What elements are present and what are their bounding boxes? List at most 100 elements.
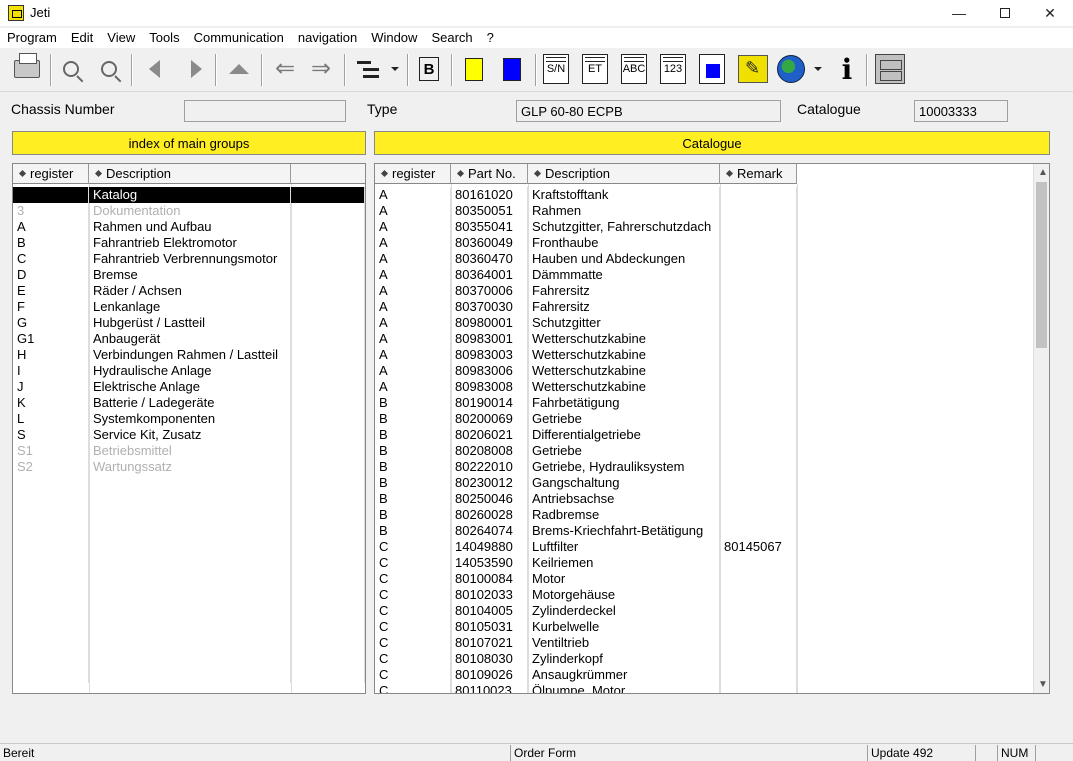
table-row[interactable]: A 80980001 Schutzgitter (375, 315, 797, 331)
table-row[interactable]: B 80230012 Gangschaltung (375, 475, 797, 491)
language-dropdown[interactable] (811, 52, 825, 86)
column-header-register[interactable]: register (13, 164, 89, 184)
table-row[interactable]: A 80983008 Wetterschutzkabine (375, 379, 797, 395)
table-row[interactable]: S2 Wartungssatz (13, 459, 365, 475)
menu-edit[interactable]: Edit (64, 28, 100, 48)
menu-view[interactable]: View (100, 28, 142, 48)
globe-button[interactable] (775, 52, 807, 86)
zoom-out-button[interactable] (94, 52, 124, 86)
menu-search[interactable]: Search (424, 28, 479, 48)
type-field[interactable]: GLP 60-80 ECPB (516, 100, 781, 122)
tree-view-button[interactable] (354, 52, 384, 86)
blue-doc-button[interactable] (697, 52, 727, 86)
info-button[interactable]: i (832, 52, 862, 86)
table-row[interactable]: C 80110023 Ölpumpe, Motor (375, 683, 797, 693)
close-button[interactable]: ✕ (1027, 0, 1073, 26)
menu-communication[interactable]: Communication (187, 28, 291, 48)
scroll-down-icon[interactable]: ▼ (1038, 679, 1048, 690)
table-row[interactable]: C 80104005 Zylinderdeckel (375, 603, 797, 619)
table-row[interactable]: B 80208008 Getriebe (375, 443, 797, 459)
table-row[interactable]: B 80222010 Getriebe, Hydrauliksystem (375, 459, 797, 475)
minimize-button[interactable]: — (936, 0, 982, 26)
picture-button[interactable] (736, 52, 770, 86)
catalogue-field[interactable]: 10003333 (914, 100, 1008, 122)
table-row[interactable]: B Fahrantrieb Elektromotor (13, 235, 365, 251)
table-row[interactable]: A Rahmen und Aufbau (13, 219, 365, 235)
serial-number-button[interactable]: S/N (541, 52, 571, 86)
table-row[interactable]: J Elektrische Anlage (13, 379, 365, 395)
table-row[interactable]: S Service Kit, Zusatz (13, 427, 365, 443)
column-header-register[interactable]: register (375, 164, 451, 184)
table-row[interactable]: A 80370030 Fahrersitz (375, 299, 797, 315)
table-row[interactable]: C 80107021 Ventiltrieb (375, 635, 797, 651)
table-row[interactable]: C 80109026 Ansaugkrümmer (375, 667, 797, 683)
table-row[interactable]: B 80264074 Brems-Kriechfahrt-Betätigung (375, 523, 797, 539)
menu-help[interactable]: ? (480, 28, 501, 48)
table-row[interactable]: A 80983006 Wetterschutzkabine (375, 363, 797, 379)
sort-icon (456, 169, 465, 178)
table-row[interactable]: C 14053590 Keilriemen (375, 555, 797, 571)
table-row[interactable]: A 80370006 Fahrersitz (375, 283, 797, 299)
zoom-in-button[interactable] (56, 52, 86, 86)
b-button[interactable]: B (414, 52, 444, 86)
menu-tools[interactable]: Tools (142, 28, 186, 48)
menu-program[interactable]: Program (0, 28, 64, 48)
cell-register: 3 (13, 203, 89, 219)
menu-window[interactable]: Window (364, 28, 424, 48)
scrollbar-thumb[interactable] (1036, 182, 1047, 348)
maximize-button[interactable] (982, 0, 1028, 26)
table-row[interactable]: S1 Betriebsmittel (13, 443, 365, 459)
print-button[interactable] (10, 52, 44, 86)
table-row[interactable]: G1 Anbaugerät (13, 331, 365, 347)
column-header-description[interactable]: Description (89, 164, 291, 184)
table-row[interactable]: B 80206021 Differentialgetriebe (375, 427, 797, 443)
table-row[interactable]: D Bremse (13, 267, 365, 283)
chassis-number-field[interactable] (184, 100, 346, 122)
table-row[interactable]: C 80100084 Motor (375, 571, 797, 587)
column-header-description[interactable]: Description (528, 164, 720, 184)
numeric-button[interactable]: 123 (658, 52, 688, 86)
tree-view-dropdown[interactable] (388, 52, 402, 86)
up-button[interactable] (224, 52, 254, 86)
table-row[interactable]: A 80983003 Wetterschutzkabine (375, 347, 797, 363)
table-row[interactable]: A 80350051 Rahmen (375, 203, 797, 219)
et-button[interactable]: ET (580, 52, 610, 86)
yellow-mark-button[interactable] (460, 52, 488, 86)
table-row[interactable]: C 80102033 Motorgehäuse (375, 587, 797, 603)
menu-navigation[interactable]: navigation (291, 28, 364, 48)
column-header-remark[interactable]: Remark (720, 164, 797, 184)
table-row[interactable]: K Batterie / Ladegeräte (13, 395, 365, 411)
table-row[interactable]: C 80105031 Kurbelwelle (375, 619, 797, 635)
scroll-up-icon[interactable]: ▲ (1038, 167, 1048, 178)
table-row[interactable]: I Hydraulische Anlage (13, 363, 365, 379)
table-row[interactable]: A 80355041 Schutzgitter, Fahrerschutzdach (375, 219, 797, 235)
table-row[interactable]: A 80983001 Wetterschutzkabine (375, 331, 797, 347)
table-row[interactable]: C 80108030 Zylinderkopf (375, 651, 797, 667)
table-row[interactable]: A 80161020 Kraftstofftank (375, 187, 797, 203)
table-row[interactable]: 3 Dokumentation (13, 203, 365, 219)
table-row[interactable]: A 80360470 Hauben und Abdeckungen (375, 251, 797, 267)
back-button[interactable]: ⇐ (270, 52, 300, 86)
table-row[interactable]: E Räder / Achsen (13, 283, 365, 299)
table-row[interactable]: B 80200069 Getriebe (375, 411, 797, 427)
catalogue-scrollbar[interactable]: ▲ ▼ (1033, 164, 1049, 693)
table-row[interactable]: G Hubgerüst / Lastteil (13, 315, 365, 331)
table-row[interactable]: A 80360049 Fronthaube (375, 235, 797, 251)
abc-button[interactable]: ABC (619, 52, 649, 86)
table-row[interactable]: L Systemkomponenten (13, 411, 365, 427)
table-row[interactable]: Katalog (13, 187, 365, 203)
table-row[interactable]: C 14049880 Luftfilter 80145067 (375, 539, 797, 555)
table-row[interactable]: F Lenkanlage (13, 299, 365, 315)
table-row[interactable]: C Fahrantrieb Verbrennungsmotor (13, 251, 365, 267)
blue-mark-button[interactable] (498, 52, 526, 86)
table-row[interactable]: A 80364001 Dämmmatte (375, 267, 797, 283)
cabinet-button[interactable] (873, 52, 907, 86)
forward-button[interactable]: ⇒ (306, 52, 336, 86)
column-header-part-no[interactable]: Part No. (451, 164, 528, 184)
table-row[interactable]: B 80190014 Fahrbetätigung (375, 395, 797, 411)
previous-button[interactable] (140, 52, 168, 86)
table-row[interactable]: H Verbindungen Rahmen / Lastteil (13, 347, 365, 363)
table-row[interactable]: B 80260028 Radbremse (375, 507, 797, 523)
table-row[interactable]: B 80250046 Antriebsachse (375, 491, 797, 507)
next-button[interactable] (182, 52, 210, 86)
